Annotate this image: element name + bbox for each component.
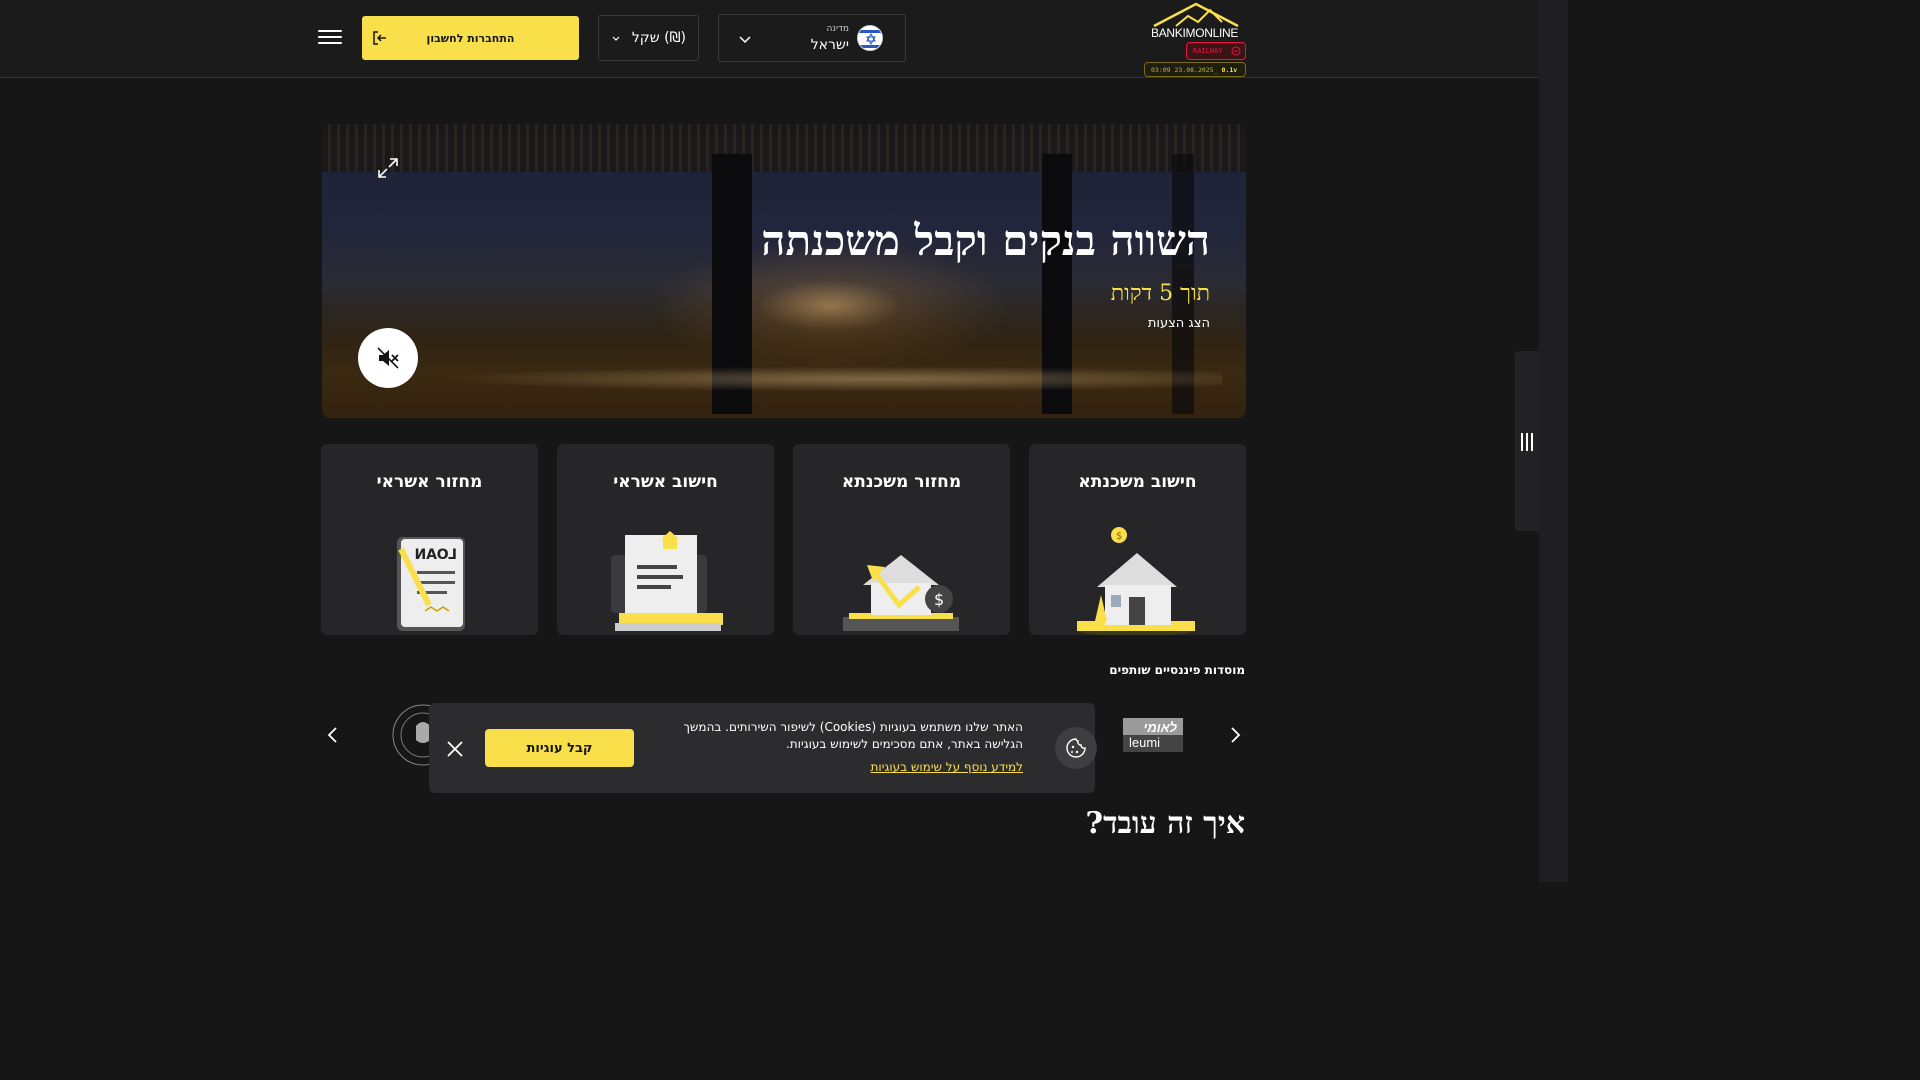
cookie-text: האתר שלנו משתמש בעוגיות (Cookies) לשיפור…: [683, 720, 1023, 751]
chevron-down-icon: [739, 36, 751, 44]
laptop-document-icon: [611, 531, 723, 631]
login-label: התחברות לחשבון: [426, 31, 515, 45]
partners-title: מוסדות פיננסיים שותפים: [1109, 663, 1245, 677]
hero-title: השווה בנקים וקבל משכנתה: [761, 216, 1210, 265]
currency-label: (₪) שקל: [631, 30, 686, 46]
country-select[interactable]: מדינה ישראל: [718, 14, 906, 62]
show-offers-link[interactable]: הצג הצעות: [1148, 316, 1210, 331]
railway-badge: RAILWAY: [1186, 42, 1246, 60]
card-credit-calc[interactable]: חישוב אשראי: [557, 444, 774, 635]
card-title: מחזור אשראי: [376, 472, 483, 492]
country-value: ישראל: [810, 37, 849, 53]
mute-button[interactable]: [358, 328, 418, 388]
scrollbar-track[interactable]: [1539, 0, 1568, 882]
chevron-down-icon: [612, 36, 620, 41]
israel-flag-icon: [857, 25, 883, 51]
logo-text: BANKIMONLINE: [1151, 26, 1239, 40]
hero-banner: השווה בנקים וקבל משכנתה תוך 5 דקות הצג ה…: [322, 124, 1246, 418]
cookie-info-link[interactable]: למידע נוסף על שימוש בעוגיות: [871, 760, 1023, 774]
side-panel-handle[interactable]: [1515, 351, 1539, 531]
railway-icon: [1231, 46, 1241, 56]
login-icon: [373, 31, 386, 45]
currency-select[interactable]: (₪) שקל: [598, 15, 699, 61]
cookie-banner: האתר שלנו משתמש בעוגיות (Cookies) לשיפור…: [429, 703, 1097, 793]
login-button[interactable]: התחברות לחשבון: [362, 16, 579, 60]
house-refinance-icon: $: [843, 555, 959, 631]
accept-cookies-button[interactable]: קבל עוגיות: [485, 729, 634, 767]
svg-text:$: $: [934, 590, 944, 609]
close-icon[interactable]: [445, 739, 465, 759]
chevron-right-icon[interactable]: [1224, 724, 1246, 746]
loan-document-icon: LOAN: [397, 537, 465, 631]
leumi-logo[interactable]: לאומי leumi: [1123, 718, 1183, 752]
chevron-left-icon[interactable]: [322, 724, 344, 746]
site-logo[interactable]: BANKIMONLINE RAILWAY 03:09 23.08.2025_ 0.…: [1144, 0, 1248, 78]
card-title: חישוב אשראי: [613, 472, 718, 492]
build-timestamp: 03:09 23.08.2025_ 0.1v: [1144, 62, 1246, 77]
card-title: מחזור משכנתא: [841, 472, 962, 492]
expand-icon[interactable]: [376, 156, 400, 180]
svg-text:LOAN: LOAN: [415, 547, 458, 563]
card-mortgage-calc[interactable]: חישוב משכנתא $: [1029, 444, 1246, 635]
card-title: חישוב משכנתא: [1078, 472, 1197, 492]
cookie-icon: [1055, 727, 1097, 769]
hero-subtitle: תוך 5 דקות: [1110, 281, 1210, 306]
top-header: התחברות לחשבון (₪) שקל מדינה ישראל BANKI…: [0, 0, 1539, 78]
card-credit-refinance[interactable]: מחזור אשראי LOAN: [321, 444, 538, 635]
how-it-works-title: איך זה עובד?: [1085, 806, 1246, 841]
hamburger-menu-icon[interactable]: [318, 26, 342, 50]
speaker-muted-icon: [377, 347, 399, 369]
card-mortgage-refinance[interactable]: מחזור משכנתא $: [793, 444, 1010, 635]
svg-text:$: $: [1116, 531, 1122, 542]
house-coin-icon: $: [1076, 527, 1196, 635]
country-caption: מדינה: [826, 24, 849, 34]
house-roof-logo-icon: [1153, 2, 1239, 28]
